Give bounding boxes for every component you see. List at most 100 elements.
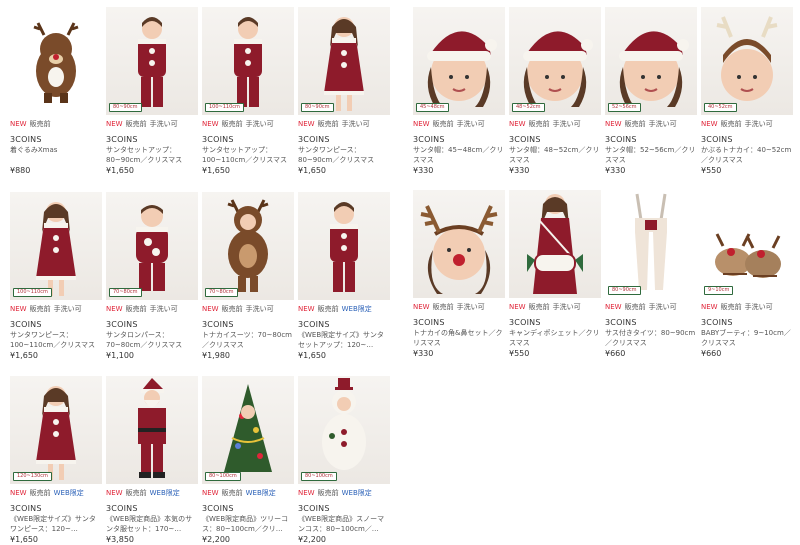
product-card[interactable]: 120~130cm NEW 販売前 WEB限定 3COINS 《WEB限定サイズ》サ…	[10, 376, 102, 545]
product-name[interactable]: サンタ帽：48~52cm／クリスマス	[509, 145, 601, 165]
size-badge: 70~80cm	[109, 288, 142, 297]
santa-setup-child-picture	[234, 17, 262, 107]
new-tag: NEW	[202, 489, 219, 497]
pre-sale-tag: 販売前	[528, 303, 550, 311]
product-image[interactable]	[413, 190, 505, 298]
product-name[interactable]: かぶるトナカイ：40~52cm／クリスマス	[701, 145, 793, 165]
product-card[interactable]: 45~48cm NEW 販売前 手洗い可 3COINS サンタ帽：45~48cm／ク…	[413, 7, 505, 176]
product-price: ¥330	[605, 166, 626, 175]
product-card[interactable]: 70~80cm NEW 販売前 手洗い可 3COINS トナカイスーツ：70~80c…	[202, 192, 294, 361]
product-name[interactable]: サンタセットアップ：80~90cm／クリスマス	[106, 145, 198, 165]
product-name[interactable]: 《WEB限定サイズ》サンタセットアップ：120~…	[298, 330, 390, 350]
product-card[interactable]: 48~52cm NEW 販売前 手洗い可 3COINS サンタ帽：48~52cm／ク…	[509, 7, 601, 176]
product-card[interactable]: 80~90cm NEW 販売前 手洗い可 3COINS サス付きタイツ：80~90c…	[605, 190, 697, 359]
product-image[interactable]: 80~90cm	[298, 7, 390, 115]
product-card[interactable]: 100~110cm NEW 販売前 手洗い可 3COINS サンタセットアップ：10…	[202, 7, 294, 176]
product-image[interactable]	[10, 7, 102, 115]
product-price: ¥330	[509, 166, 530, 175]
pre-sale-tag: 販売前	[125, 120, 147, 128]
product-name[interactable]: 《WEB限定サイズ》サンタワンピース：120~…	[10, 514, 102, 534]
product-image[interactable]: 70~80cm	[202, 192, 294, 300]
product-image[interactable]: 48~52cm	[509, 7, 601, 115]
product-name[interactable]: サンタセットアップ：100~110cm／クリスマス	[202, 145, 294, 165]
pre-sale-tag: 販売前	[29, 120, 51, 128]
hand-wash-tag: 手洗い可	[245, 305, 274, 313]
reindeer-booties-picture	[715, 233, 781, 278]
product-brand: 3COINS	[701, 318, 733, 327]
product-card[interactable]: 52~56cm NEW 販売前 手洗い可 3COINS サンタ帽：52~56cm／ク…	[605, 7, 697, 176]
product-tags: NEW 販売前 手洗い可	[10, 304, 102, 314]
product-card[interactable]: 80~100cm NEW 販売前 WEB限定 3COINS 《WEB限定商品》ツリー…	[202, 376, 294, 545]
product-name[interactable]: サンタ帽：52~56cm／クリスマス	[605, 145, 697, 165]
product-image[interactable]: 100~110cm	[10, 192, 102, 300]
product-image[interactable]: 120~130cm	[10, 376, 102, 484]
product-brand: 3COINS	[202, 320, 234, 329]
product-image[interactable]: 52~56cm	[605, 7, 697, 115]
santa-setup-child-picture	[138, 17, 166, 107]
product-image[interactable]: 80~90cm	[605, 190, 697, 298]
product-name[interactable]: キャンディポシェット／クリスマス	[509, 328, 601, 348]
pre-sale-tag: 販売前	[528, 120, 550, 128]
product-brand: 3COINS	[605, 318, 637, 327]
hand-wash-tag: 手洗い可	[552, 303, 581, 311]
new-tag: NEW	[10, 305, 27, 313]
product-card[interactable]: NEW 販売前 手洗い可 3COINS キャンディポシェット／クリスマス ¥550	[509, 190, 601, 359]
product-card[interactable]: NEW 販売前 WEB限定 3COINS 《WEB限定商品》本気のサンタ服セット：1…	[106, 376, 198, 545]
santa-hat-kid-picture	[619, 31, 689, 107]
product-card[interactable]: 80~100cm NEW 販売前 WEB限定 3COINS 《WEB限定商品》スノー…	[298, 376, 390, 545]
hand-wash-tag: 手洗い可	[245, 120, 274, 128]
product-image[interactable]: 80~90cm	[106, 7, 198, 115]
pre-sale-tag: 販売前	[221, 120, 243, 128]
pre-sale-tag: 販売前	[29, 489, 51, 497]
hand-wash-tag: 手洗い可	[648, 303, 677, 311]
product-card[interactable]: NEW 販売前 3COINS 着ぐるみXmas ¥880	[10, 7, 102, 176]
product-price: ¥660	[701, 349, 722, 358]
product-card[interactable]: 40~52cm NEW 販売前 手洗い可 3COINS かぶるトナカイ：40~52c…	[701, 7, 793, 176]
tree-costume-picture	[224, 384, 272, 472]
product-tags: NEW 販売前 手洗い可	[298, 119, 390, 129]
hand-wash-tag: 手洗い可	[744, 120, 773, 128]
web-only-tag: WEB限定	[341, 305, 372, 313]
product-card[interactable]: 100~110cm NEW 販売前 手洗い可 3COINS サンタワンピース：100…	[10, 192, 102, 361]
product-image[interactable]	[509, 190, 601, 298]
product-image[interactable]: 70~80cm	[106, 192, 198, 300]
product-image[interactable]	[298, 192, 390, 300]
product-name[interactable]: サス付きタイツ：80~90cm／クリスマス	[605, 328, 697, 348]
size-badge: 40~52cm	[704, 103, 737, 112]
product-card[interactable]: NEW 販売前 手洗い可 3COINS トナカイの角&鼻セット／クリスマス ¥330	[413, 190, 505, 359]
product-price: ¥2,200	[298, 535, 326, 544]
product-card[interactable]: 70~80cm NEW 販売前 手洗い可 3COINS サンタロンパース：70~80…	[106, 192, 198, 361]
santa-suit-adult-picture	[138, 378, 166, 478]
product-image[interactable]: 45~48cm	[413, 7, 505, 115]
product-name[interactable]: サンタワンピース：100~110cm／クリスマス	[10, 330, 102, 350]
product-image[interactable]: 80~100cm	[202, 376, 294, 484]
pre-sale-tag: 販売前	[125, 305, 147, 313]
pre-sale-tag: 販売前	[432, 120, 454, 128]
product-image[interactable]: 40~52cm	[701, 7, 793, 115]
product-price: ¥330	[413, 349, 434, 358]
product-image[interactable]: 9~10cm	[701, 190, 793, 298]
product-name[interactable]: 《WEB限定商品》本気のサンタ服セット：170~…	[106, 514, 198, 534]
product-tags: NEW 販売前 手洗い可	[701, 119, 793, 129]
product-image[interactable]: 80~100cm	[298, 376, 390, 484]
product-name[interactable]: 《WEB限定商品》ツリーコス：80~100cm／クリ…	[202, 514, 294, 534]
product-name[interactable]: BABYブーティ：9~10cm／クリスマス	[701, 328, 793, 348]
product-card[interactable]: 9~10cm NEW 販売前 手洗い可 3COINS BABYブーティ：9~10cm…	[701, 190, 793, 359]
product-name[interactable]: サンタロンパース：70~80cm／クリスマス	[106, 330, 198, 350]
product-name[interactable]: トナカイの角&鼻セット／クリスマス	[413, 328, 505, 348]
product-card[interactable]: 80~90cm NEW 販売前 手洗い可 3COINS サンタセットアップ：80~9…	[106, 7, 198, 176]
product-name[interactable]: トナカイスーツ：70~80cm／クリスマス	[202, 330, 294, 350]
reindeer-hat-kid-picture	[716, 16, 778, 101]
santa-dress-girl-picture	[36, 202, 76, 296]
product-name[interactable]: サンタワンピース：80~90cm／クリスマス	[298, 145, 390, 165]
product-image[interactable]: 100~110cm	[202, 7, 294, 115]
product-image[interactable]	[106, 376, 198, 484]
product-name[interactable]: サンタ帽：45~48cm／クリスマス	[413, 145, 505, 165]
product-name[interactable]: 《WEB限定商品》スノーマンコス：80~100cm／…	[298, 514, 390, 534]
product-price: ¥550	[509, 349, 530, 358]
product-name[interactable]: 着ぐるみXmas	[10, 145, 102, 165]
product-brand: 3COINS	[413, 135, 445, 144]
product-card[interactable]: NEW 販売前 WEB限定 3COINS 《WEB限定サイズ》サンタセットアップ：1…	[298, 192, 390, 361]
product-card[interactable]: 80~90cm NEW 販売前 手洗い可 3COINS サンタワンピース：80~90…	[298, 7, 390, 176]
product-price: ¥660	[605, 349, 626, 358]
